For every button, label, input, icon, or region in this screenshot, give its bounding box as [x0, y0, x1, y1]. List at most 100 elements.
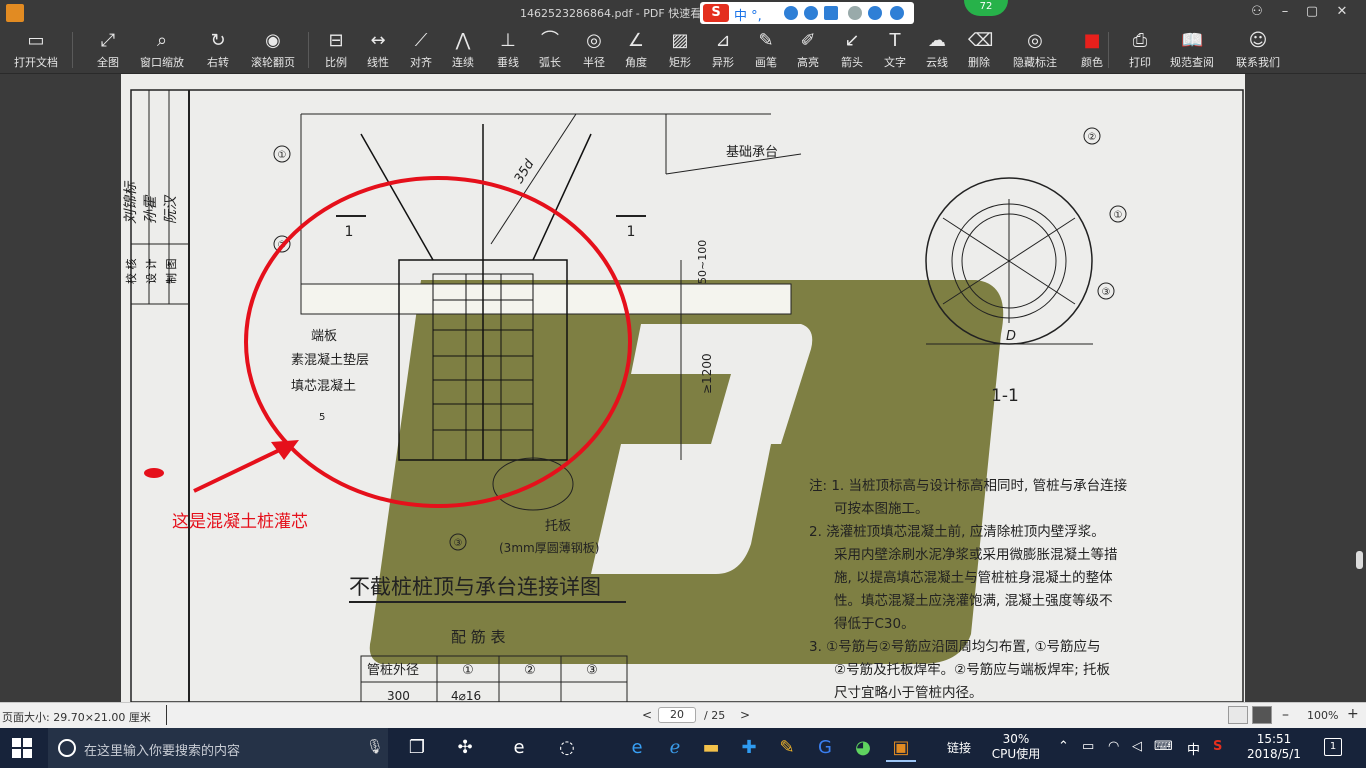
microphone-icon[interactable]: 🎙 — [366, 739, 384, 755]
page-total: / 25 — [704, 709, 726, 722]
align-tool-button[interactable]: ⟋ 对齐 — [403, 28, 439, 72]
arc-length-tool-button[interactable]: ⌒ 弧长 — [532, 28, 568, 72]
ime-indicator[interactable]: 中 — [1187, 739, 1200, 758]
tool-label: 全图 — [97, 56, 119, 69]
link-label[interactable]: 链接 — [947, 739, 971, 756]
rotate-icon: ↻ — [210, 30, 226, 51]
notification-badge[interactable]: 72 — [964, 0, 1008, 16]
ime-mode-indicator[interactable]: 中 °, — [734, 5, 762, 24]
wifi-icon[interactable]: ◠ — [1108, 739, 1119, 754]
spec-search-tool-button[interactable]: 📖 规范查阅 — [1166, 28, 1218, 72]
engineering-drawing: 校 核 设 计 制 图 刘锦标 孙霍 阮汉 35d 50~100 ≥1200 ①… — [123, 89, 1244, 702]
rotate-tool-button[interactable]: ↻ 右转 — [200, 28, 236, 72]
action-center-icon[interactable]: 1 — [1324, 738, 1342, 756]
zoom-window-tool-button[interactable]: ⌕ 窗口缩放 — [136, 28, 188, 72]
prev-page-button[interactable]: < — [640, 706, 654, 724]
network-app-icon[interactable]: ✚ — [734, 734, 764, 762]
pdf-viewer-taskbar-icon[interactable]: ▣ — [886, 734, 916, 762]
print-tool-button[interactable]: ⎙ 打印 — [1122, 28, 1158, 72]
contact-tool-button[interactable]: ☺ 联系我们 — [1232, 28, 1284, 72]
taskbar-search[interactable]: 在这里输入你要搜索的内容 🎙 — [48, 728, 388, 768]
minimize-button[interactable]: – — [1276, 3, 1294, 21]
tray-expand-icon[interactable]: ⌃ — [1058, 739, 1069, 754]
view-mode-single-button[interactable] — [1252, 706, 1272, 724]
battery-icon[interactable]: ▭ — [1082, 739, 1094, 754]
ruler-tool-button[interactable]: ⊟ 比例 — [318, 28, 354, 72]
tool-label: 高亮 — [797, 56, 819, 69]
dim-1200: ≥1200 — [700, 353, 714, 394]
markup-text[interactable]: 这是混凝土桩灌芯 — [172, 507, 308, 532]
keyboard-tray-icon[interactable]: ⌨ — [1154, 739, 1173, 754]
vertical-scrollbar-thumb[interactable] — [1356, 551, 1363, 569]
pinwheel-app-icon[interactable]: ✣ — [450, 734, 480, 762]
view-mode-continuous-button[interactable] — [1228, 706, 1248, 724]
cpu-label: CPU使用 — [991, 747, 1041, 761]
edge-browser-icon[interactable]: e — [504, 734, 534, 762]
g-app-icon[interactable]: G — [810, 734, 840, 762]
close-button[interactable]: ✕ — [1333, 3, 1351, 21]
mouse-tool-button[interactable]: ◉ 滚轮翻页 — [246, 28, 300, 72]
skin-icon[interactable] — [868, 6, 882, 20]
pdf-page[interactable]: 校 核 设 计 制 图 刘锦标 孙霍 阮汉 35d 50~100 ≥1200 ①… — [121, 74, 1245, 702]
highlight-tool-button[interactable]: ✐ 高亮 — [790, 28, 826, 72]
page-number-input[interactable]: 20 — [658, 707, 696, 723]
file-explorer-icon[interactable]: ▬ — [696, 734, 726, 762]
start-button[interactable] — [12, 738, 32, 758]
tool-label: 矩形 — [669, 56, 691, 69]
continuous-tool-button[interactable]: ⋀ 连续 — [445, 28, 481, 72]
rectangle-tool-button[interactable]: ▨ 矩形 — [662, 28, 698, 72]
sogou-logo-icon[interactable]: S — [703, 4, 729, 22]
next-page-button[interactable]: > — [738, 706, 752, 724]
emoji-icon[interactable] — [784, 6, 798, 20]
radius-tool-button[interactable]: ◎ 半径 — [576, 28, 612, 72]
fullview-tool-button[interactable]: ⤢ 全图 — [90, 28, 126, 72]
maximize-button[interactable]: ▢ — [1303, 3, 1321, 21]
tool-label: 打开文档 — [14, 56, 58, 69]
account-icon[interactable]: ⚇ — [1248, 3, 1266, 21]
text-tool-button[interactable]: T 文字 — [877, 28, 913, 72]
angle-tool-button[interactable]: ∠ 角度 — [618, 28, 654, 72]
dim-50-100: 50~100 — [696, 240, 709, 284]
clock[interactable]: 15:51 2018/5/1 — [1244, 732, 1304, 762]
weld-mark: 5 — [319, 412, 325, 423]
360-browser-icon[interactable]: ◕ — [848, 734, 878, 762]
linear-tool-button[interactable]: ↔ 线性 — [360, 28, 396, 72]
pen-tool-button[interactable]: ✎ 画笔 — [748, 28, 784, 72]
text-icon: T — [889, 30, 901, 51]
tool-label: 滚轮翻页 — [251, 56, 295, 69]
diameter-label: D — [1006, 329, 1016, 344]
settings-wrench-icon[interactable] — [890, 6, 904, 20]
edge-icon[interactable]: e — [622, 734, 652, 762]
sogou-tray-icon[interactable]: S — [1213, 739, 1222, 754]
arrow-tool-button[interactable]: ↙ 箭头 — [834, 28, 870, 72]
notes-app-icon[interactable]: ✎ — [772, 734, 802, 762]
irregular-tool-button[interactable]: ⊿ 异形 — [705, 28, 741, 72]
perpendicular-tool-button[interactable]: ⊥ 垂线 — [490, 28, 526, 72]
user-icon[interactable] — [848, 6, 862, 20]
linear-icon: ↔ — [370, 30, 386, 51]
volume-icon[interactable]: ◁ — [1132, 739, 1142, 754]
signature-check: 刘锦标 — [123, 180, 139, 224]
voice-icon[interactable] — [804, 6, 818, 20]
tool-label: 隐藏标注 — [1013, 56, 1057, 69]
task-view-icon[interactable]: ❐ — [402, 734, 432, 762]
cortana-icon — [58, 739, 76, 757]
zoom-level: 100% — [1307, 709, 1339, 722]
keyboard-icon[interactable] — [824, 6, 838, 20]
rebar-header-1: ① — [462, 663, 474, 678]
zoom-out-button[interactable]: – — [1282, 707, 1289, 723]
hide-markup-tool-button[interactable]: ◎ 隐藏标注 — [1006, 28, 1064, 72]
color-tool-button[interactable]: ■ 颜色 — [1074, 28, 1110, 72]
tool-label: 联系我们 — [1236, 56, 1280, 69]
ie-icon[interactable]: ℯ — [660, 734, 690, 762]
ime-toolbar[interactable]: S 中 °, — [700, 2, 914, 24]
cloud-tool-button[interactable]: ☁ 云线 — [919, 28, 955, 72]
tool-label: 半径 — [583, 56, 605, 69]
zoom-in-button[interactable]: + — [1347, 706, 1359, 722]
clock-date: 2018/5/1 — [1247, 747, 1301, 761]
eraser-tool-button[interactable]: ⌫ 删除 — [961, 28, 997, 72]
section-callout-2: ② — [1088, 132, 1097, 143]
swirl-app-icon[interactable]: ◌ — [552, 734, 582, 762]
toolbar-separator — [308, 32, 309, 68]
folder-tool-button[interactable]: ▭ 打开文档 — [10, 28, 62, 72]
